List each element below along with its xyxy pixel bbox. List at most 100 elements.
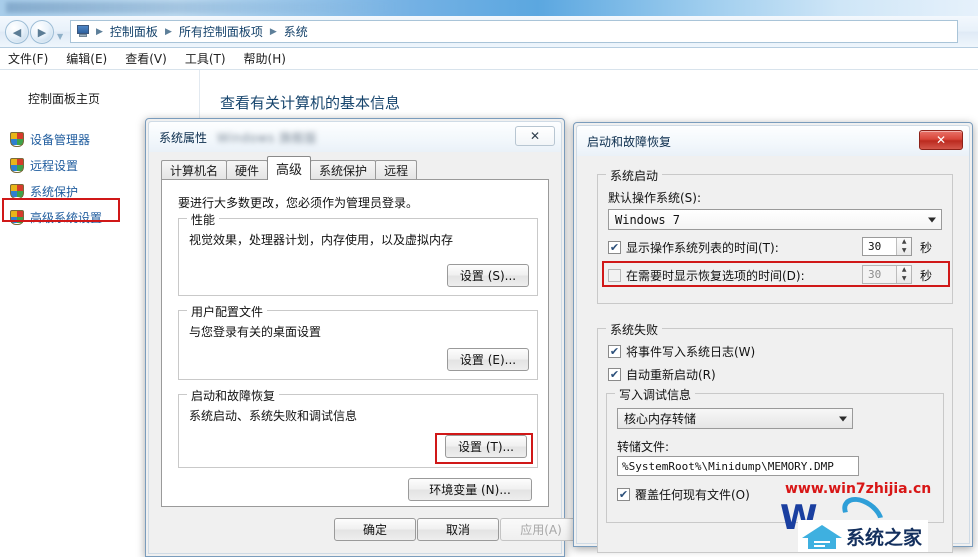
debug-info-select[interactable]: 核心内存转储: [617, 408, 853, 429]
shield-icon: [10, 131, 24, 147]
checkbox-icon: [608, 269, 621, 282]
breadcrumb-item-1[interactable]: 所有控制面板项: [178, 23, 264, 40]
tab-computer-name[interactable]: 计算机名: [161, 160, 228, 180]
user-profiles-group-desc: 与您登录有关的桌面设置: [189, 325, 322, 339]
sidebar-item-label: 设备管理器: [30, 132, 91, 147]
sidebar-item-label: 高级系统设置: [30, 210, 103, 225]
back-button[interactable]: ◀: [5, 20, 29, 44]
write-event-log-checkbox[interactable]: 将事件写入系统日志(W): [608, 343, 755, 360]
address-bar: ◀ ▶ ▼ ▶ 控制面板 ▶ 所有控制面板项 ▶ 系统: [0, 16, 978, 48]
performance-group: 性能 视觉效果，处理器计划，内存使用，以及虚拟内存 设置 (S)...: [178, 211, 538, 296]
startup-recovery-group-desc: 系统启动、系统失败和调试信息: [189, 409, 358, 423]
menu-edit[interactable]: 编辑(E): [66, 50, 107, 67]
spinner-arrows[interactable]: ▲ ▼: [896, 238, 911, 255]
show-os-list-value: 30: [868, 240, 882, 253]
startup-recovery-group-title: 启动和故障恢复: [187, 387, 280, 404]
dialog-title: 系统属性: [159, 130, 208, 145]
overwrite-file-label: 覆盖任何现有文件(O): [635, 488, 750, 502]
environment-variables-button[interactable]: 环境变量 (N)...: [408, 478, 532, 501]
ok-button[interactable]: 确定: [334, 518, 416, 541]
menu-file[interactable]: 文件(F): [8, 50, 48, 67]
dialog-titlebar[interactable]: 系统属性 Windows 旗舰版 ✕: [149, 122, 561, 152]
checkbox-icon: [608, 241, 621, 254]
apply-button: 应用(A): [500, 518, 582, 541]
chevron-down-icon: [928, 217, 936, 222]
overwrite-file-checkbox[interactable]: 覆盖任何现有文件(O): [617, 486, 750, 503]
window-titlebar: [0, 0, 978, 16]
breadcrumb-sep: ▶: [164, 26, 172, 37]
sidebar-item-label: 远程设置: [30, 158, 79, 173]
tab-panel-advanced: 要进行大多数更改，您必须作为管理员登录。 性能 视觉效果，处理器计划，内存使用，…: [161, 179, 549, 507]
breadcrumb-sep: ▶: [96, 26, 103, 37]
tab-remote[interactable]: 远程: [375, 160, 418, 180]
watermark-badge: 系统之家: [798, 520, 929, 552]
show-os-list-label: 显示操作系统列表的时间(T):: [626, 241, 779, 255]
cancel-button[interactable]: 取消: [417, 518, 499, 541]
sidebar-item-home[interactable]: 控制面板主页: [28, 90, 100, 107]
tab-hardware[interactable]: 硬件: [226, 160, 269, 180]
show-recovery-options-unit: 秒: [920, 269, 933, 283]
chevron-down-icon[interactable]: ▼: [57, 32, 63, 41]
menu-tools[interactable]: 工具(T): [185, 50, 226, 67]
show-os-list-unit: 秒: [920, 241, 933, 255]
forward-button[interactable]: ▶: [30, 20, 54, 44]
menu-view[interactable]: 查看(V): [125, 50, 167, 67]
chevron-down-icon: [839, 416, 847, 421]
tab-advanced[interactable]: 高级: [267, 156, 312, 180]
default-os-value: Windows 7: [615, 212, 681, 227]
watermark-logo: W 系统之家: [780, 489, 978, 557]
dialog-titlebar[interactable]: 启动和故障恢复 ✕: [577, 126, 969, 156]
tab-strip: 计算机名 硬件 高级 系统保护 远程: [161, 156, 549, 180]
page-title: 查看有关计算机的基本信息: [220, 94, 401, 112]
performance-settings-button[interactable]: 设置 (S)...: [447, 264, 529, 287]
close-button[interactable]: ✕: [919, 130, 963, 150]
startup-recovery-settings-button[interactable]: 设置 (T)...: [445, 435, 527, 458]
forward-icon: ▶: [37, 25, 47, 39]
spinner-arrows: ▲ ▼: [896, 266, 911, 283]
dump-file-label: 转储文件:: [617, 440, 670, 454]
breadcrumb[interactable]: ▶ 控制面板 ▶ 所有控制面板项 ▶ 系统: [70, 20, 958, 43]
system-failure-group-title: 系统失败: [606, 321, 663, 338]
close-button[interactable]: ✕: [515, 126, 555, 146]
user-profiles-group-title: 用户配置文件: [187, 303, 268, 320]
dialog-title-secondary: Windows 旗舰版: [217, 130, 317, 145]
default-os-select[interactable]: Windows 7: [608, 209, 942, 230]
breadcrumb-sep: ▶: [269, 26, 277, 37]
watermark-logo-text: 系统之家: [846, 526, 923, 549]
dialog-title: 启动和故障恢复: [587, 134, 672, 149]
checkbox-icon: [608, 368, 621, 381]
show-recovery-options-value: 30: [868, 268, 882, 281]
system-startup-group-title: 系统启动: [606, 167, 663, 184]
performance-group-title: 性能: [187, 211, 220, 228]
menu-bar: 文件(F) 编辑(E) 查看(V) 工具(T) 帮助(H): [0, 48, 978, 70]
dialog-frame: 系统属性 Windows 旗舰版 ✕ 计算机名 硬件 高级 系统保护 远程 要进…: [148, 121, 582, 554]
tab-system-protection[interactable]: 系统保护: [310, 160, 377, 180]
breadcrumb-item-2[interactable]: 系统: [283, 23, 309, 40]
screen: ◀ ▶ ▼ ▶ 控制面板 ▶ 所有控制面板项 ▶ 系统 文件(F) 编辑(E) …: [0, 0, 978, 557]
auto-restart-label: 自动重新启动(R): [626, 368, 716, 382]
write-event-log-label: 将事件写入系统日志(W): [626, 345, 756, 359]
show-os-list-checkbox[interactable]: 显示操作系统列表的时间(T):: [608, 239, 779, 256]
show-recovery-options-checkbox[interactable]: 在需要时显示恢复选项的时间(D):: [608, 267, 805, 284]
show-recovery-options-label: 在需要时显示恢复选项的时间(D):: [626, 269, 805, 283]
dump-file-input[interactable]: %SystemRoot%\Minidump\MEMORY.DMP: [617, 456, 859, 476]
house-icon: [802, 522, 842, 550]
user-profiles-settings-button[interactable]: 设置 (E)...: [447, 348, 529, 371]
admin-note: 要进行大多数更改，您必须作为管理员登录。: [178, 196, 419, 210]
performance-group-desc: 视觉效果，处理器计划，内存使用，以及虚拟内存: [189, 233, 454, 247]
menu-help[interactable]: 帮助(H): [244, 50, 286, 67]
auto-restart-checkbox[interactable]: 自动重新启动(R): [608, 366, 716, 383]
computer-icon: [75, 25, 90, 38]
shield-icon: [10, 157, 24, 173]
user-profiles-group: 用户配置文件 与您登录有关的桌面设置 设置 (E)...: [178, 303, 538, 380]
dialog-body: 计算机名 硬件 高级 系统保护 远程 要进行大多数更改，您必须作为管理员登录。 …: [149, 152, 582, 553]
system-properties-dialog: 系统属性 Windows 旗舰版 ✕ 计算机名 硬件 高级 系统保护 远程 要进…: [145, 118, 582, 557]
sidebar-item-label: 系统保护: [30, 184, 79, 199]
checkbox-icon: [617, 488, 630, 501]
breadcrumb-item-0[interactable]: 控制面板: [109, 23, 159, 40]
show-os-list-spinner[interactable]: 30 ▲ ▼: [862, 237, 912, 256]
startup-recovery-group: 启动和故障恢复 系统启动、系统失败和调试信息 设置 (T)...: [178, 387, 538, 468]
shield-icon: [10, 183, 24, 199]
default-os-label: 默认操作系统(S):: [608, 191, 702, 205]
checkbox-icon: [608, 345, 621, 358]
